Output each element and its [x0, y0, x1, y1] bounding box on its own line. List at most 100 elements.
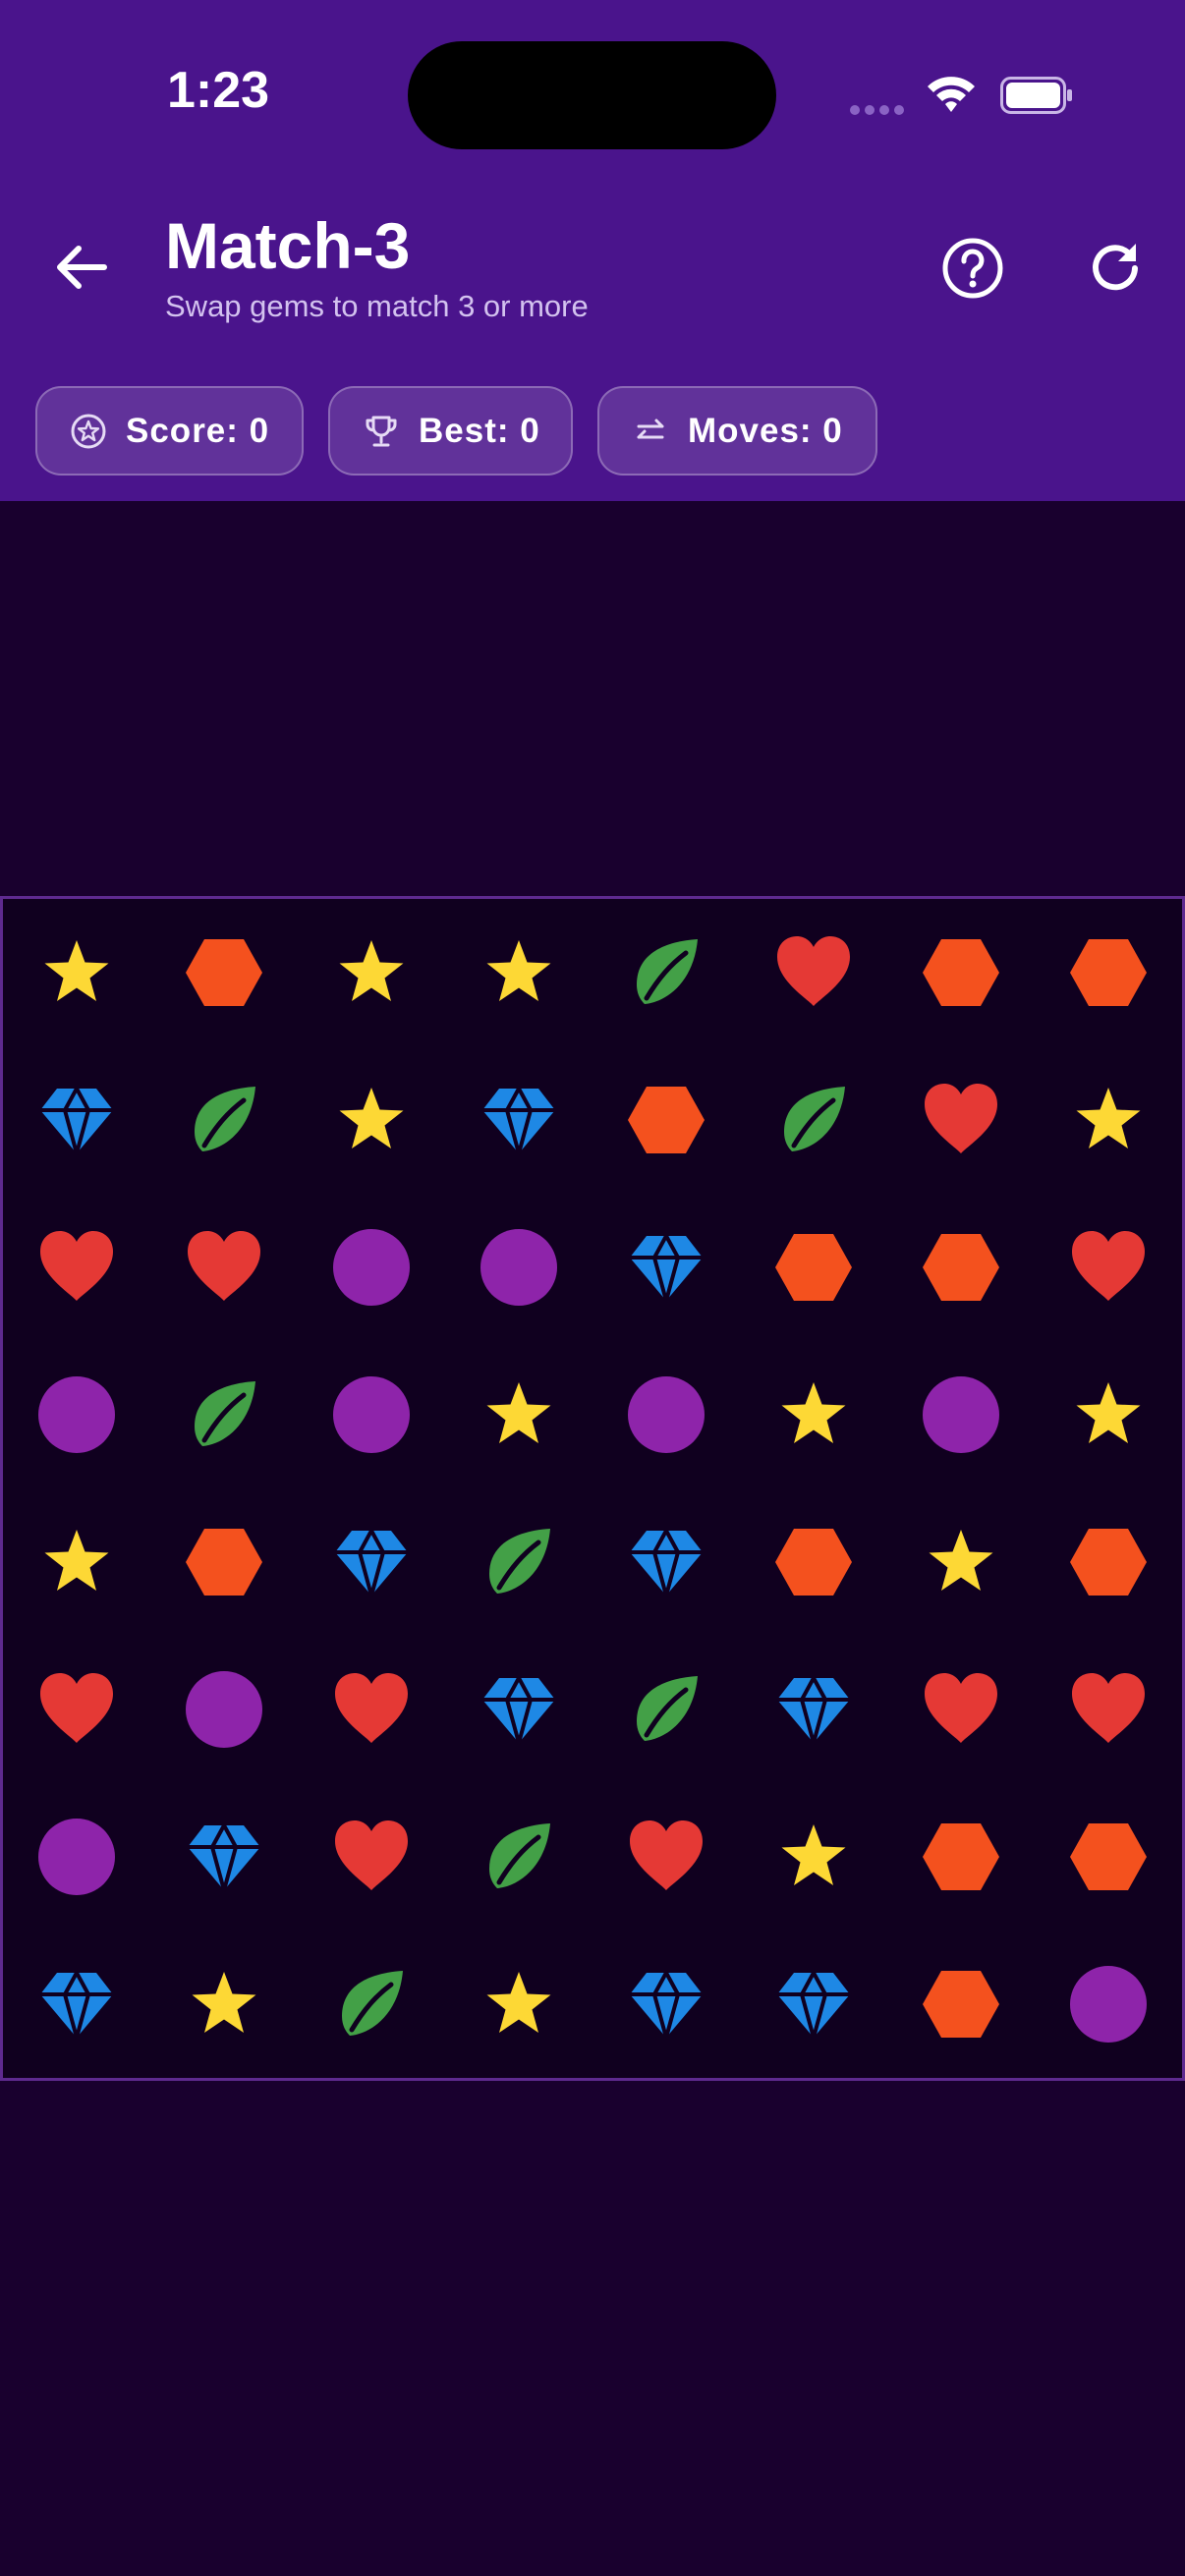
board-cell[interactable] [887, 1046, 1035, 1194]
board-cell[interactable] [592, 1341, 740, 1488]
help-icon[interactable] [938, 234, 1007, 303]
star-gem-icon [44, 1530, 109, 1591]
board-cell[interactable] [592, 1783, 740, 1931]
circle-gem-icon [333, 1229, 410, 1306]
board-cell[interactable] [1035, 1194, 1182, 1341]
diamond-gem-icon [40, 1972, 113, 2040]
board-cell[interactable] [592, 1931, 740, 2078]
moves-label: Moves: 0 [688, 411, 843, 450]
leaf-gem-icon [489, 1823, 550, 1888]
board-cell[interactable] [445, 899, 592, 1046]
heart-gem-icon [925, 1084, 997, 1153]
board-cell[interactable] [3, 1931, 150, 2078]
star-badge-icon [71, 414, 106, 448]
back-arrow-button[interactable] [47, 232, 118, 303]
best-label: Best: 0 [419, 411, 540, 450]
board-cell[interactable] [3, 1341, 150, 1488]
diamond-gem-icon [40, 1088, 113, 1155]
board-cell[interactable] [887, 1783, 1035, 1931]
board-cell[interactable] [150, 1931, 298, 2078]
heart-gem-icon [335, 1820, 408, 1890]
board-cell[interactable] [150, 1636, 298, 1783]
board-cell[interactable] [887, 1341, 1035, 1488]
board-cell[interactable] [592, 1046, 740, 1194]
board-cell[interactable] [887, 1488, 1035, 1636]
board-cell[interactable] [150, 1046, 298, 1194]
circle-gem-icon [38, 1819, 115, 1895]
diamond-gem-icon [630, 1530, 703, 1597]
page-title: Match-3 [165, 209, 411, 282]
score-chip: Score: 0 [35, 386, 304, 476]
hexagon-gem-icon [923, 1971, 999, 2038]
board-cell[interactable] [3, 1046, 150, 1194]
board-cell[interactable] [3, 1783, 150, 1931]
board-cell[interactable] [445, 1783, 592, 1931]
board-cell[interactable] [1035, 1636, 1182, 1783]
board-cell[interactable] [298, 1341, 445, 1488]
board-cell[interactable] [887, 1931, 1035, 2078]
heart-gem-icon [335, 1673, 408, 1743]
board-cell[interactable] [887, 1636, 1035, 1783]
star-gem-icon [192, 1972, 256, 2033]
board-cell[interactable] [740, 1341, 887, 1488]
board-cell[interactable] [3, 1636, 150, 1783]
board-cell[interactable] [740, 899, 887, 1046]
board-cell[interactable] [298, 1488, 445, 1636]
board-cell[interactable] [150, 1341, 298, 1488]
refresh-icon[interactable] [1081, 234, 1150, 303]
board-cell[interactable] [150, 1783, 298, 1931]
board-cell[interactable] [150, 899, 298, 1046]
board-cell[interactable] [592, 899, 740, 1046]
board-cell[interactable] [740, 1488, 887, 1636]
board-cell[interactable] [1035, 1783, 1182, 1931]
board-cell[interactable] [298, 1636, 445, 1783]
board-cell[interactable] [298, 1931, 445, 2078]
app-header: 1:23 Match-3 Swap gems to match 3 or mor… [0, 0, 1185, 501]
board-cell[interactable] [740, 1931, 887, 2078]
hexagon-gem-icon [923, 939, 999, 1006]
hexagon-gem-icon [1070, 1529, 1147, 1596]
leaf-gem-icon [784, 1087, 845, 1151]
board-cell[interactable] [3, 1194, 150, 1341]
board-cell[interactable] [1035, 1931, 1182, 2078]
heart-gem-icon [630, 1820, 703, 1890]
circle-gem-icon [186, 1671, 262, 1748]
board-cell[interactable] [150, 1488, 298, 1636]
hexagon-gem-icon [186, 1529, 262, 1596]
board-cell[interactable] [740, 1046, 887, 1194]
board-cell[interactable] [298, 1194, 445, 1341]
board-cell[interactable] [298, 1046, 445, 1194]
board-cell[interactable] [740, 1783, 887, 1931]
wifi-icon [928, 77, 975, 112]
hexagon-gem-icon [1070, 939, 1147, 1006]
board-cell[interactable] [445, 1046, 592, 1194]
board-cell[interactable] [3, 899, 150, 1046]
board-cell[interactable] [445, 1194, 592, 1341]
board-cell[interactable] [887, 1194, 1035, 1341]
board-cell[interactable] [887, 899, 1035, 1046]
board-cell[interactable] [1035, 899, 1182, 1046]
board-cell[interactable] [740, 1194, 887, 1341]
board-cell[interactable] [445, 1636, 592, 1783]
circle-gem-icon [1070, 1966, 1147, 2043]
star-gem-icon [1076, 1088, 1141, 1148]
score-label: Score: 0 [126, 411, 270, 450]
board-cell[interactable] [298, 1783, 445, 1931]
board-cell[interactable] [445, 1931, 592, 2078]
board-cell[interactable] [1035, 1341, 1182, 1488]
board-cell[interactable] [740, 1636, 887, 1783]
board-cell[interactable] [445, 1341, 592, 1488]
board-cell[interactable] [3, 1488, 150, 1636]
board-cell[interactable] [592, 1636, 740, 1783]
board-cell[interactable] [1035, 1046, 1182, 1194]
board-cell[interactable] [592, 1194, 740, 1341]
board-cell[interactable] [592, 1488, 740, 1636]
board-cell[interactable] [298, 899, 445, 1046]
hexagon-gem-icon [186, 939, 262, 1006]
star-gem-icon [929, 1530, 993, 1591]
board-cell[interactable] [445, 1488, 592, 1636]
hexagon-gem-icon [923, 1234, 999, 1301]
board-cell[interactable] [1035, 1488, 1182, 1636]
leaf-gem-icon [195, 1087, 255, 1151]
board-cell[interactable] [150, 1194, 298, 1341]
